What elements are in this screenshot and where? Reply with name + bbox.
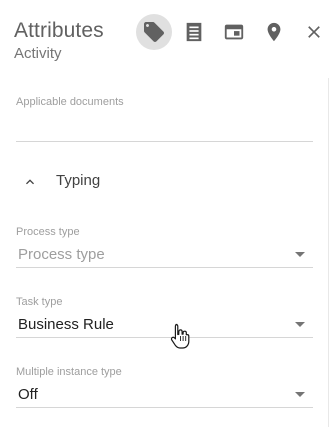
typing-section-title: Typing: [56, 172, 101, 189]
panel-subtitle: Activity: [14, 45, 62, 62]
process-type-select[interactable]: Process type Process type: [16, 224, 313, 268]
close-button[interactable]: [296, 14, 332, 50]
field-underline: [16, 141, 313, 142]
chevron-up-icon: [26, 179, 34, 185]
panel-title: Attributes: [14, 19, 104, 42]
task-type-label: Task type: [16, 296, 63, 308]
process-type-label: Process type: [16, 226, 80, 238]
multiple-instance-type-value: Off: [18, 386, 38, 403]
hand-cursor-icon: [170, 323, 190, 349]
tab-layout[interactable]: [216, 14, 252, 50]
document-icon: [186, 22, 202, 42]
applicable-documents-label: Applicable documents: [16, 96, 124, 108]
task-type-value: Business Rule: [18, 316, 114, 333]
scrollbar[interactable]: [328, 78, 332, 427]
tag-icon: [144, 22, 164, 42]
location-pin-icon: [267, 22, 281, 42]
typing-section-header[interactable]: Typing: [16, 166, 313, 196]
close-icon: [308, 26, 320, 38]
dropdown-arrow-icon: [295, 252, 305, 257]
tab-location[interactable]: [256, 14, 292, 50]
window-icon: [224, 24, 244, 40]
multiple-instance-type-select[interactable]: Multiple instance type Off: [16, 364, 313, 408]
attributes-panel: Attributes Activity Applicable documents…: [0, 0, 332, 427]
field-underline: [16, 337, 313, 338]
field-underline: [16, 407, 313, 408]
task-type-select[interactable]: Task type Business Rule: [16, 294, 313, 338]
tab-attributes[interactable]: [136, 14, 172, 50]
tab-documentation[interactable]: [176, 14, 212, 50]
process-type-value: Process type: [18, 246, 105, 263]
multiple-instance-type-label: Multiple instance type: [16, 366, 122, 378]
applicable-documents-field[interactable]: Applicable documents: [16, 94, 313, 142]
panel-content: Applicable documents Typing Process type…: [0, 78, 328, 427]
field-underline: [16, 267, 313, 268]
dropdown-arrow-icon: [295, 392, 305, 397]
panel-header: Attributes Activity: [0, 0, 332, 78]
dropdown-arrow-icon: [295, 322, 305, 327]
